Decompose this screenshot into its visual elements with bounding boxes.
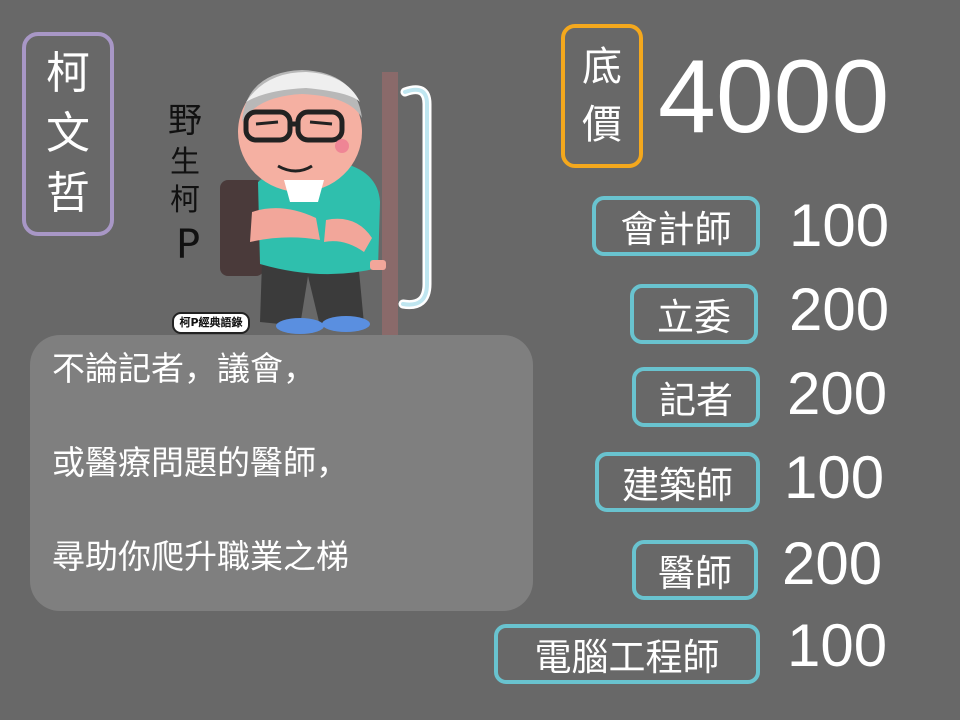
sticker-text: P bbox=[176, 222, 200, 268]
sticker-text: 柯 bbox=[170, 183, 200, 218]
job-value: 100 bbox=[787, 612, 888, 679]
name-box: 柯 文 哲 bbox=[22, 32, 114, 236]
speech-bubble: 不論記者，議會， 或醫療問題的醫師， 尋助你爬升職業之梯 bbox=[30, 335, 533, 611]
cartoon-figure-illustration: 野 生 柯 P bbox=[168, 70, 432, 342]
job-value: 200 bbox=[787, 360, 888, 427]
job-value: 100 bbox=[784, 444, 885, 511]
job-label: 立委 bbox=[630, 284, 758, 344]
job-value: 100 bbox=[789, 192, 890, 259]
name-char: 柯 bbox=[46, 48, 90, 99]
pole-shape bbox=[382, 72, 398, 342]
sticker-text: 生 bbox=[170, 145, 200, 180]
base-price-label-char: 底 bbox=[582, 44, 622, 90]
base-price-label-char: 價 bbox=[582, 102, 622, 148]
base-price-value: 4000 bbox=[658, 39, 890, 155]
job-value: 200 bbox=[782, 530, 883, 597]
name-char: 哲 bbox=[46, 168, 90, 219]
job-label: 記者 bbox=[632, 367, 760, 427]
sticker-text: 野 bbox=[168, 101, 202, 141]
job-label: 電腦工程師 bbox=[494, 624, 760, 684]
name-char: 文 bbox=[46, 108, 90, 159]
speech-line: 或醫療問題的醫師， bbox=[52, 443, 349, 482]
job-label: 會計師 bbox=[592, 196, 760, 256]
speech-line: 不論記者，議會， bbox=[52, 349, 316, 388]
sticker-tag: 柯P經典語錄 bbox=[172, 312, 250, 334]
job-label: 建築師 bbox=[595, 452, 760, 512]
job-value: 200 bbox=[789, 276, 890, 343]
handrail-shape bbox=[398, 85, 432, 310]
speech-line: 尋助你爬升職業之梯 bbox=[52, 537, 349, 576]
base-price-box: 底 價 bbox=[561, 24, 643, 168]
job-label: 醫師 bbox=[632, 540, 758, 600]
